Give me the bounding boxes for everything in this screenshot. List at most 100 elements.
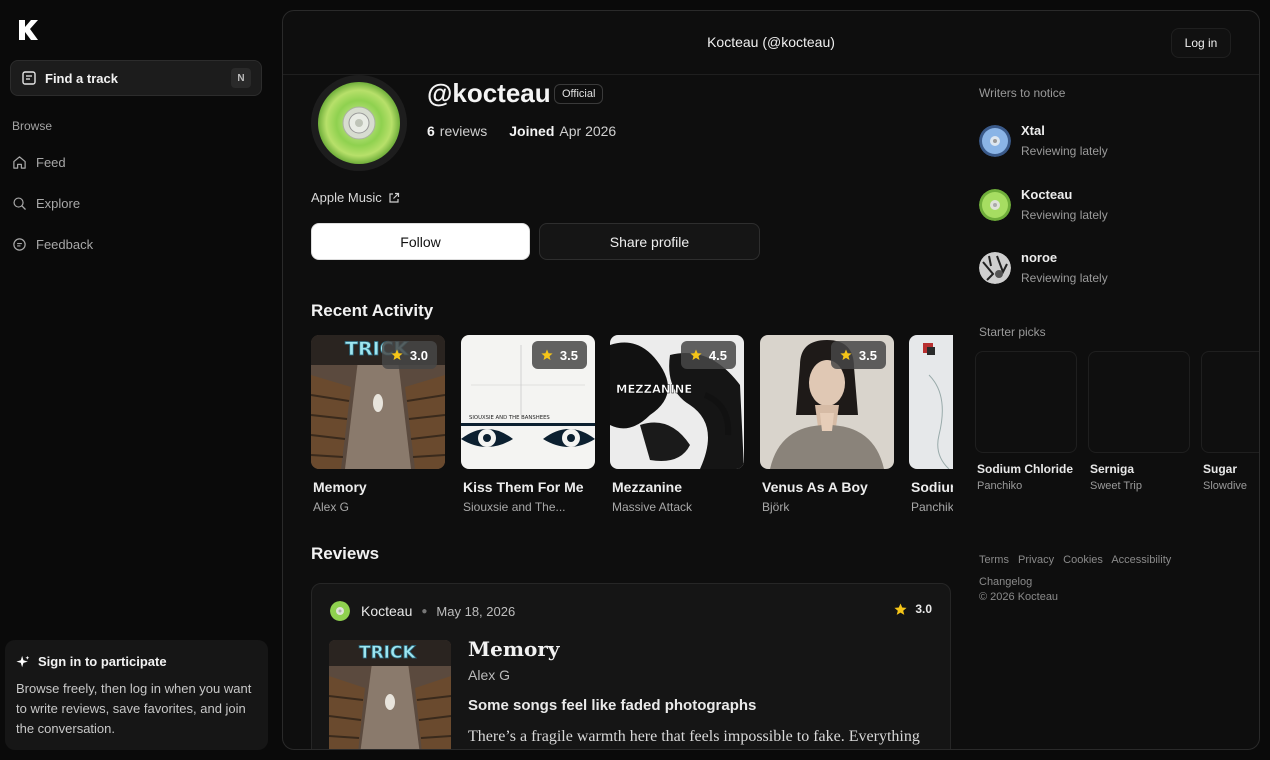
find-track-label: Find a track (45, 70, 118, 86)
writer-item[interactable]: Kocteau Reviewing lately (979, 187, 1108, 222)
writers-heading: Writers to notice (979, 86, 1066, 100)
shortcut-badge: N (231, 68, 251, 88)
find-track-button[interactable]: Find a track N (10, 60, 262, 96)
writer-name: Xtal (1021, 123, 1045, 138)
review-card[interactable]: Kocteau ● May 18, 2026 3.0 TRICK Memory … (311, 583, 951, 749)
recent-activity-heading: Recent Activity (311, 301, 434, 320)
external-link-icon (389, 192, 399, 203)
writer-item[interactable]: noroe Reviewing lately (979, 250, 1108, 285)
review-track-artist: Alex G (468, 667, 511, 683)
rating-badge: 3.5 (830, 341, 886, 369)
album-cover-placeholder (1088, 351, 1190, 453)
activity-card[interactable]: SIOUXSIE AND THE BANSHEES 3.5 Kiss Them … (461, 335, 595, 514)
track-artist: Slowdive (1203, 480, 1248, 492)
starter-card[interactable]: Sodium Chloride Panchiko (975, 351, 1077, 492)
writer-status: Reviewing lately (1021, 271, 1108, 285)
album-cover[interactable]: TRICK (329, 640, 451, 749)
avatar (979, 189, 1011, 221)
star-icon (541, 349, 553, 360)
album-cover: SIOUXSIE AND THE BANSHEES 3.5 (461, 335, 595, 469)
profile-avatar (311, 75, 407, 171)
nav-item-explore[interactable]: Explore (12, 191, 80, 215)
footer-links: Terms Privacy Cookies Accessibility Chan… (979, 549, 1219, 593)
footer-link-privacy[interactable]: Privacy (1018, 554, 1054, 566)
starter-card[interactable]: Serniga Sweet Trip (1088, 351, 1190, 492)
share-profile-button[interactable]: Share profile (539, 223, 760, 260)
sparkle-icon (16, 655, 30, 667)
nav-item-label: Explore (36, 195, 81, 211)
album-cover: TRICK 3.0 (311, 335, 445, 469)
separator-dot: ● (421, 605, 428, 617)
copyright: © 2026 Kocteau (979, 591, 1059, 603)
track-artist: Alex G (313, 500, 350, 514)
footer-link-terms[interactable]: Terms (979, 554, 1009, 566)
avatar (979, 125, 1011, 157)
starter-card[interactable]: Sugar Slowdive (1201, 351, 1259, 492)
star-icon (391, 349, 403, 360)
star-icon (690, 349, 702, 360)
review-body: There’s a fragile warmth here that feels… (468, 728, 920, 745)
music-note-icon (22, 71, 36, 85)
nav-item-feedback[interactable]: Feedback (12, 232, 93, 256)
track-title: Venus As A Boy (762, 479, 868, 495)
avatar (330, 601, 350, 621)
starter-picks-heading: Starter picks (979, 325, 1046, 339)
signin-title: Sign in to participate (16, 654, 257, 669)
joined-date: Apr 2026 (559, 123, 617, 139)
nav-item-feed[interactable]: Feed (12, 150, 66, 174)
starter-picks-row: Sodium Chloride Panchiko Serniga Sweet T… (975, 351, 1259, 501)
cd-disc-icon (318, 82, 400, 164)
rating-badge: 3.5 (531, 341, 587, 369)
star-icon (894, 603, 907, 615)
footer-link-accessibility[interactable]: Accessibility (1111, 554, 1171, 566)
review-track-title[interactable]: Memory (468, 637, 560, 661)
track-artist: Panchiko (977, 480, 1023, 492)
review-date: May 18, 2026 (436, 603, 516, 619)
track-title: Kiss Them For Me (463, 479, 584, 495)
star-icon (840, 349, 852, 360)
profile-stats: 6 reviews Joined Apr 2026 (427, 123, 616, 139)
album-cover: MEZZANINE 4.5 (610, 335, 744, 469)
footer-link-cookies[interactable]: Cookies (1063, 554, 1103, 566)
browse-heading: Browse (12, 119, 53, 133)
reviews-heading: Reviews (311, 544, 380, 563)
track-title: Sugar (1203, 462, 1238, 476)
cover-text: MEZZANINE (616, 382, 692, 396)
main-panel: Kocteau (@kocteau) Log in @kocteau Offic… (282, 10, 1260, 750)
activity-card[interactable]: TRICK 3.0 Memory Alex G (311, 335, 445, 514)
follow-button[interactable]: Follow (311, 223, 530, 260)
activity-card[interactable]: 3.5 Venus As A Boy Björk (760, 335, 894, 514)
writer-status: Reviewing lately (1021, 144, 1108, 158)
rating-badge: 4.5 (680, 341, 736, 369)
writer-item[interactable]: Xtal Reviewing lately (979, 123, 1108, 158)
avatar (979, 252, 1011, 284)
activity-card[interactable]: Sodium Chloride Panchiko (909, 335, 953, 514)
review-header: Kocteau ● May 18, 2026 (330, 601, 515, 621)
apple-music-link[interactable]: Apple Music (311, 190, 400, 205)
track-title: Serniga (1090, 462, 1135, 476)
review-heading: Some songs feel like faded photographs (468, 697, 757, 714)
review-author[interactable]: Kocteau (361, 603, 412, 619)
track-title: Sodium Chloride (977, 462, 1073, 476)
track-artist: Sweet Trip (1090, 480, 1142, 492)
activity-card[interactable]: MEZZANINE 4.5 Mezzanine Massive Attack (610, 335, 744, 514)
joined-label: Joined (509, 123, 555, 139)
cover-text: TRICK (359, 643, 416, 663)
login-button[interactable]: Log in (1171, 28, 1231, 58)
reviews-label: reviews (439, 123, 488, 139)
album-cover: 3.5 (760, 335, 894, 469)
track-artist: Massive Attack (612, 500, 693, 514)
review-rating: 3.0 (894, 602, 932, 616)
cover-text: SIOUXSIE AND THE BANSHEES (469, 415, 550, 421)
page-title: Kocteau (@kocteau) (707, 34, 835, 50)
footer-link-changelog[interactable]: Changelog (979, 576, 1032, 588)
signin-description: Browse freely, then log in when you want… (16, 681, 252, 736)
profile-handle: @kocteau (427, 78, 551, 108)
recent-activity-row: TRICK 3.0 Memory Alex G SIOUXSIE AND THE… (311, 335, 953, 525)
rating-badge: 3.0 (381, 341, 437, 369)
track-title: Mezzanine (612, 479, 683, 495)
home-icon (13, 155, 26, 169)
sidebar: Find a track N Browse Feed Explore Feedb… (0, 0, 282, 760)
kocteau-logo-icon[interactable] (16, 18, 40, 42)
track-title: Sodium Chloride (911, 479, 953, 495)
